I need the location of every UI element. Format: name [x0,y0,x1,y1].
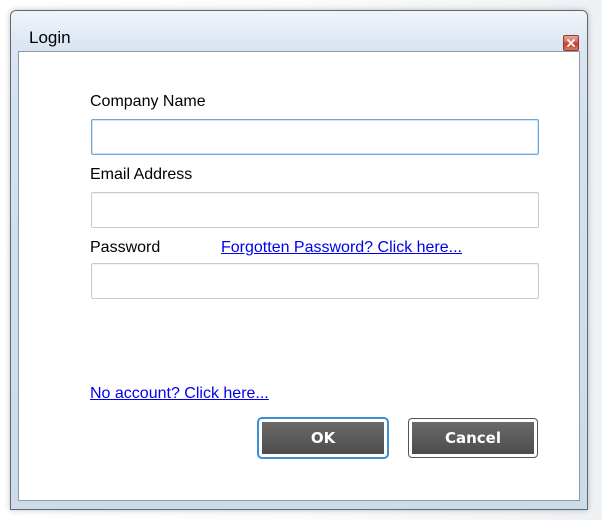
password-label: Password [90,239,161,256]
forgotten-password-link[interactable]: Forgotten Password? Click here... [221,238,462,257]
dialog-content: Company Name Email Address Password Forg… [18,51,580,501]
no-account-link[interactable]: No account? Click here... [90,384,269,403]
email-address-label: Email Address [90,166,193,183]
password-input[interactable] [91,263,539,299]
company-name-label: Company Name [90,93,206,110]
company-name-input[interactable] [91,119,539,155]
window-title: Login [29,28,71,47]
ok-button[interactable]: OK [257,417,389,459]
email-address-input[interactable] [91,192,539,228]
title-bar[interactable]: Login [11,11,587,51]
ok-button-label: OK [310,429,336,447]
login-dialog: Login Company Name Email Address Passwor… [10,10,588,510]
close-icon [567,39,575,47]
close-button[interactable] [563,35,579,51]
cancel-button[interactable]: Cancel [408,418,538,458]
cancel-button-label: Cancel [444,429,501,447]
